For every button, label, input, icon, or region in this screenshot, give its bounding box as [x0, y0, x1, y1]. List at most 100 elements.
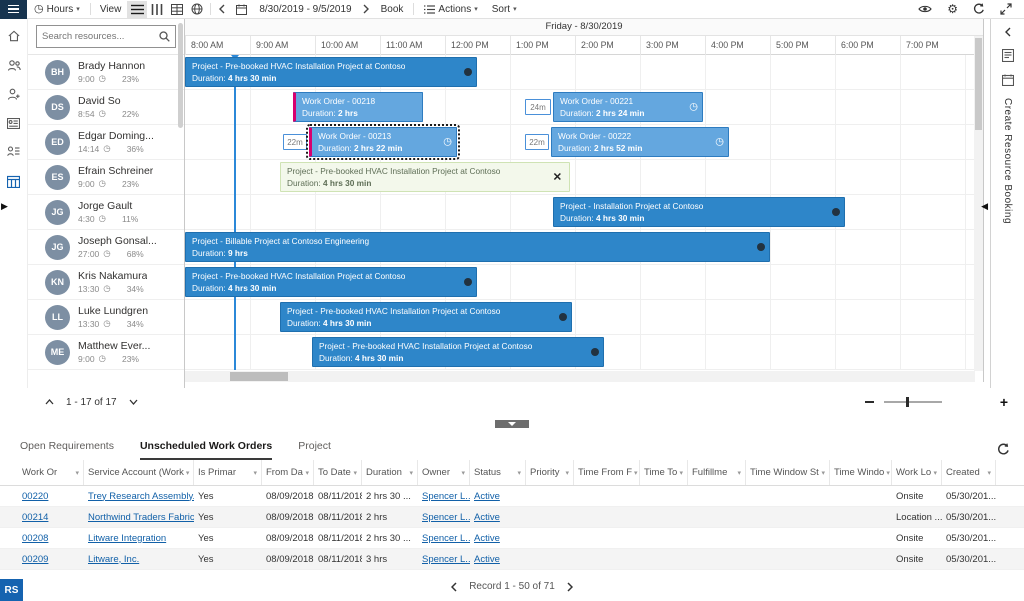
- column-header[interactable]: Duration ▾: [362, 460, 418, 485]
- user-initials-badge[interactable]: RS: [0, 579, 23, 601]
- booking-block[interactable]: Project - Installation Project at Contos…: [553, 197, 845, 227]
- view-map-button[interactable]: [187, 1, 207, 18]
- resource-row[interactable]: ME Matthew Ever... 9:00 ◷ 23%: [28, 335, 184, 370]
- booking-stub[interactable]: 22m: [525, 134, 549, 150]
- page-up-button[interactable]: [45, 399, 54, 405]
- horizontal-scrollbar-thumb[interactable]: [230, 372, 288, 381]
- tab-unscheduled-work-orders[interactable]: Unscheduled Work Orders: [139, 440, 273, 460]
- table-row[interactable]: 00220 Trey Research Assembly... Yes 08/09/2…: [0, 486, 1024, 507]
- schedule-grid[interactable]: Project - Pre-booked HVAC Installation P…: [185, 55, 975, 370]
- expand-left-panel-arrow[interactable]: ▶: [1, 202, 8, 211]
- table-row[interactable]: 00208 Litware Integration Yes 08/09/2018 08/…: [0, 528, 1024, 549]
- settings-gear-icon[interactable]: ⚙: [947, 3, 958, 15]
- vertical-scrollbar-thumb[interactable]: [975, 38, 982, 130]
- resource-requirements-icon[interactable]: [6, 144, 22, 160]
- book-button[interactable]: Book: [374, 0, 411, 18]
- resources-icon[interactable]: [6, 57, 22, 73]
- view-table-button[interactable]: [167, 1, 187, 18]
- grid-refresh-button[interactable]: [997, 443, 1010, 460]
- chevron-left-icon[interactable]: [1004, 27, 1011, 37]
- filter-caret-icon[interactable]: ▾: [186, 469, 190, 477]
- cell-link[interactable]: Northwind Traders Fabric...: [84, 512, 194, 523]
- resource-row[interactable]: ED Edgar Doming... 14:14 ◷ 36%: [28, 125, 184, 160]
- sort-dropdown[interactable]: Sort ▾: [485, 0, 524, 18]
- tab-open-requirements[interactable]: Open Requirements: [20, 440, 114, 460]
- resource-row[interactable]: LL Luke Lundgren 13:30 ◷ 34%: [28, 300, 184, 335]
- zoom-slider[interactable]: [883, 397, 942, 407]
- cell-link[interactable]: Spencer L...: [418, 533, 470, 544]
- cell-link[interactable]: Litware, Inc.: [84, 554, 194, 565]
- booking-block[interactable]: Work Order - 00222 Duration: 2 hrs 52 min…: [551, 127, 729, 157]
- cell-link[interactable]: Trey Research Assembly...: [84, 491, 194, 502]
- previous-page-button[interactable]: [451, 581, 457, 592]
- hours-view-dropdown[interactable]: ◷ Hours ▾: [27, 0, 87, 18]
- filter-caret-icon[interactable]: ▾: [821, 469, 825, 477]
- cell-link[interactable]: Active: [470, 533, 526, 544]
- resource-row[interactable]: JG Jorge Gault 4:30 ◷ 11%: [28, 195, 184, 230]
- column-header[interactable]: Time Window St ▾: [746, 460, 830, 485]
- view-settings-button[interactable]: [918, 4, 932, 14]
- booking-block[interactable]: Work Order - 00213 Duration: 2 hrs 22 min…: [306, 124, 460, 160]
- booking-block[interactable]: Work Order - 00221 Duration: 2 hrs 24 min…: [553, 92, 703, 122]
- zoom-out-button[interactable]: [864, 401, 874, 403]
- booking-block[interactable]: Project - Pre-booked HVAC Installation P…: [280, 162, 570, 192]
- filter-caret-icon[interactable]: ▾: [933, 469, 937, 477]
- column-header[interactable]: From Da ▾: [262, 460, 314, 485]
- column-header[interactable]: Fulfillme ▾: [688, 460, 746, 485]
- cell-link[interactable]: Spencer L...: [418, 491, 470, 502]
- fullscreen-button[interactable]: [1000, 3, 1012, 15]
- search-input[interactable]: [42, 31, 159, 42]
- booking-block[interactable]: Project - Billable Project at Contoso En…: [185, 232, 770, 262]
- table-row[interactable]: 00214 Northwind Traders Fabric... Yes 08/09…: [0, 507, 1024, 528]
- column-header[interactable]: Owner ▾: [418, 460, 470, 485]
- cell-link[interactable]: Active: [470, 491, 526, 502]
- date-range-label[interactable]: 8/30/2019 - 9/5/2019: [253, 4, 357, 15]
- booking-block[interactable]: Project - Pre-booked HVAC Installation P…: [280, 302, 572, 332]
- collapse-right-panel-arrow[interactable]: ◀: [981, 202, 988, 211]
- cell-link[interactable]: 00208: [18, 533, 84, 544]
- cell-link[interactable]: Active: [470, 512, 526, 523]
- cell-link[interactable]: 00209: [18, 554, 84, 565]
- column-header[interactable]: Priority ▾: [526, 460, 574, 485]
- actions-dropdown[interactable]: Actions ▾: [417, 0, 484, 18]
- page-down-button[interactable]: [129, 399, 138, 405]
- filter-caret-icon[interactable]: ▾: [75, 469, 79, 477]
- cell-link[interactable]: 00220: [18, 491, 84, 502]
- resource-row[interactable]: DS David So 8:54 ◷ 22%: [28, 90, 184, 125]
- booking-block[interactable]: Project - Pre-booked HVAC Installation P…: [185, 57, 477, 87]
- bookable-resource-icon[interactable]: [6, 86, 22, 102]
- cell-link[interactable]: Litware Integration: [84, 533, 194, 544]
- filter-caret-icon[interactable]: ▾: [409, 469, 413, 477]
- horizontal-scrollbar[interactable]: [185, 371, 975, 382]
- filter-caret-icon[interactable]: ▾: [565, 469, 569, 477]
- requirements-icon[interactable]: [1001, 74, 1014, 86]
- create-resource-booking-panel[interactable]: Create Resource Booking: [990, 19, 1024, 388]
- view-columns-button[interactable]: [147, 1, 167, 18]
- column-header[interactable]: Work Or ▾: [18, 460, 84, 485]
- booking-stub[interactable]: 24m: [525, 99, 551, 115]
- booking-form-icon[interactable]: [1001, 49, 1014, 62]
- previous-range-button[interactable]: [214, 4, 230, 14]
- search-icon[interactable]: [159, 31, 170, 42]
- filter-caret-icon[interactable]: ▾: [253, 469, 257, 477]
- calendar-icon[interactable]: [230, 4, 253, 15]
- cell-link[interactable]: Spencer L...: [418, 512, 470, 523]
- app-menu-button[interactable]: [0, 0, 27, 19]
- home-icon[interactable]: [6, 28, 22, 44]
- splitter-handle[interactable]: [495, 420, 529, 428]
- column-header[interactable]: Work Lo ▾: [892, 460, 942, 485]
- column-header[interactable]: Time From F ▾: [574, 460, 640, 485]
- booking-block[interactable]: Project - Pre-booked HVAC Installation P…: [185, 267, 477, 297]
- column-header[interactable]: Service Account (Work ▾: [84, 460, 194, 485]
- close-icon[interactable]: ✕: [553, 171, 562, 184]
- booking-block[interactable]: Project - Pre-booked HVAC Installation P…: [312, 337, 604, 367]
- resource-row[interactable]: KN Kris Nakamura 13:30 ◷ 34%: [28, 265, 184, 300]
- column-header[interactable]: Created ▾: [942, 460, 996, 485]
- view-list-button[interactable]: [127, 0, 148, 18]
- zoom-slider-thumb[interactable]: [905, 397, 909, 407]
- zoom-in-button[interactable]: +: [1000, 395, 1008, 409]
- filter-caret-icon[interactable]: ▾: [634, 469, 638, 477]
- filter-caret-icon[interactable]: ▾: [737, 469, 741, 477]
- resource-row[interactable]: BH Brady Hannon 9:00 ◷ 23%: [28, 55, 184, 90]
- filter-caret-icon[interactable]: ▾: [987, 469, 991, 477]
